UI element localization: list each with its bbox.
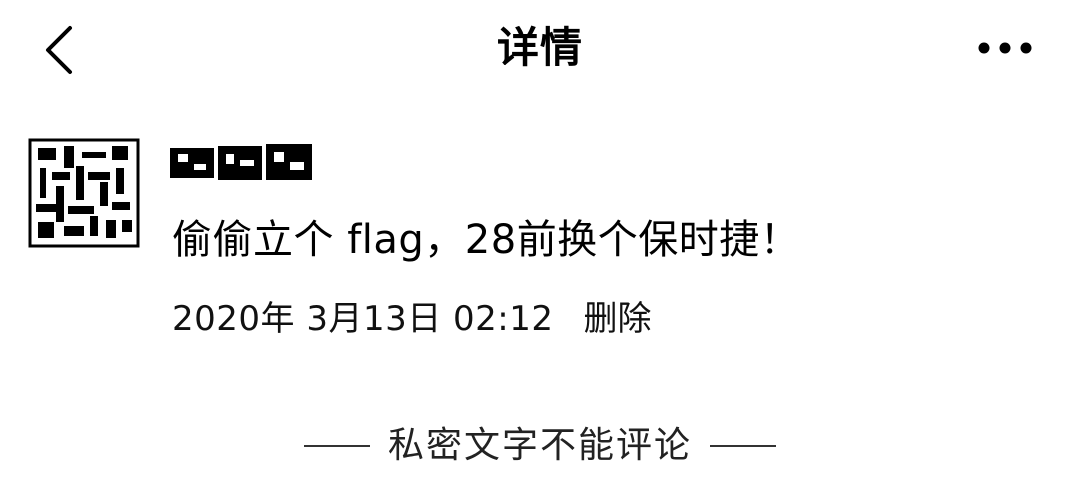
delete-button[interactable]: 删除 xyxy=(584,299,652,339)
private-comment-note: 私密文字不能评论 xyxy=(0,416,1080,476)
nav-bar: 详情 xyxy=(0,0,1080,100)
author-name-redacted[interactable] xyxy=(168,138,318,190)
private-comment-text: 私密文字不能评论 xyxy=(387,425,692,466)
divider-left xyxy=(303,445,370,447)
post-timestamp: 2020年 3月13日 02:12 xyxy=(172,299,554,339)
more-button[interactable] xyxy=(970,26,1040,70)
redacted-name-image xyxy=(170,144,312,180)
avatar-qr-pattern xyxy=(28,138,140,248)
post-meta: 2020年 3月13日 02:12 删除 xyxy=(172,294,652,344)
post-content: 偷偷立个 flag，28前换个保时捷！ xyxy=(172,217,801,263)
more-horizontal-icon xyxy=(978,42,1032,54)
page-title: 详情 xyxy=(496,23,583,72)
avatar[interactable] xyxy=(28,138,140,248)
divider-right xyxy=(710,445,776,447)
